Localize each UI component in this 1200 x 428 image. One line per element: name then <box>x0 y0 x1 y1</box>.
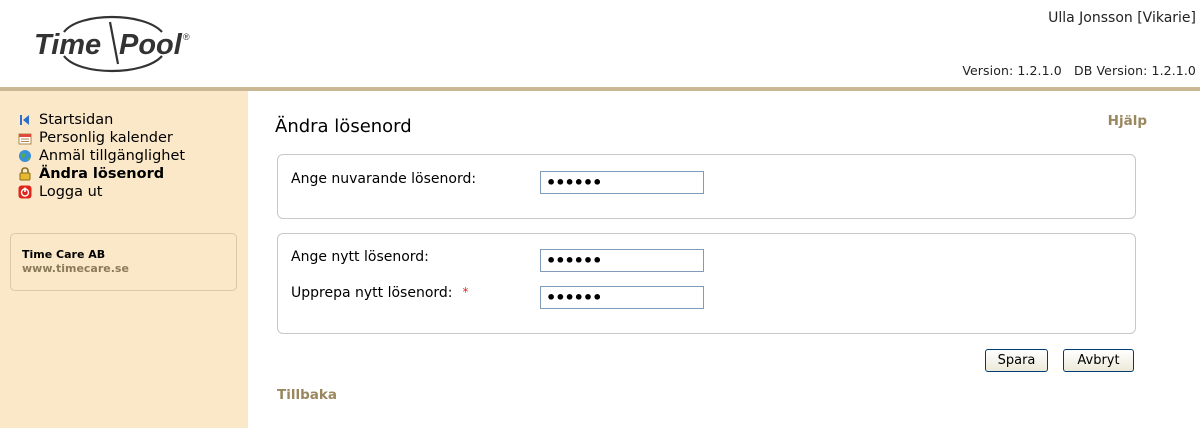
timepool-logo: Time Pool ® <box>34 16 190 72</box>
current-password-input[interactable]: •••••• <box>540 171 704 194</box>
sidebar-item-andra-losenord[interactable]: Ändra lösenord <box>18 165 185 183</box>
required-marker: * <box>462 285 469 299</box>
current-password-label: Ange nuvarande lösenord: <box>291 171 477 187</box>
save-button[interactable]: Spara <box>985 349 1048 372</box>
svg-text:Time: Time <box>34 29 101 61</box>
new-password-panel: Ange nytt lösenord: •••••• Upprepa nytt … <box>277 233 1136 334</box>
company-info-box: Time Care AB www.timecare.se <box>10 233 237 291</box>
back-link[interactable]: Tillbaka <box>277 387 337 403</box>
sidebar-item-label: Startsidan <box>39 112 114 128</box>
repeat-password-input[interactable]: •••••• <box>540 286 704 309</box>
company-url[interactable]: www.timecare.se <box>22 262 129 275</box>
power-icon <box>18 185 32 199</box>
company-name: Time Care AB <box>22 248 106 261</box>
sidebar: Startsidan Personlig kalender Anmäl till… <box>0 91 248 428</box>
repeat-password-label: Upprepa nytt lösenord: * <box>291 285 469 301</box>
lock-icon <box>18 167 32 181</box>
current-password-panel: Ange nuvarande lösenord: •••••• <box>277 154 1136 219</box>
page-title: Ändra lösenord <box>275 116 412 137</box>
sidebar-item-anmal-tillganglighet[interactable]: Anmäl tillgänglighet <box>18 147 185 165</box>
header: Time Pool ® Ulla Jonsson [Vikarie] Versi… <box>0 0 1200 87</box>
globe-icon <box>18 149 32 163</box>
svg-text:Pool: Pool <box>119 29 183 61</box>
cancel-button[interactable]: Avbryt <box>1063 349 1134 372</box>
sidebar-item-startsidan[interactable]: Startsidan <box>18 111 185 129</box>
help-link[interactable]: Hjälp <box>1108 113 1147 129</box>
home-arrow-icon <box>18 113 32 127</box>
new-password-label: Ange nytt lösenord: <box>291 249 429 265</box>
calendar-icon <box>18 131 32 145</box>
version-info: Version: 1.2.1.0 DB Version: 1.2.1.0 <box>962 63 1196 78</box>
new-password-input[interactable]: •••••• <box>540 249 704 272</box>
repeat-password-label-text: Upprepa nytt lösenord: <box>291 285 453 301</box>
sidebar-item-logga-ut[interactable]: Logga ut <box>18 183 185 201</box>
sidebar-item-label: Anmäl tillgänglighet <box>39 148 186 164</box>
sidebar-nav: Startsidan Personlig kalender Anmäl till… <box>18 111 185 201</box>
sidebar-item-label: Logga ut <box>39 184 103 200</box>
sidebar-item-label: Ändra lösenord <box>39 166 165 182</box>
svg-text:®: ® <box>183 32 190 42</box>
sidebar-item-label: Personlig kalender <box>39 130 173 146</box>
current-user: Ulla Jonsson [Vikarie] <box>1048 10 1196 26</box>
sidebar-item-personlig-kalender[interactable]: Personlig kalender <box>18 129 185 147</box>
